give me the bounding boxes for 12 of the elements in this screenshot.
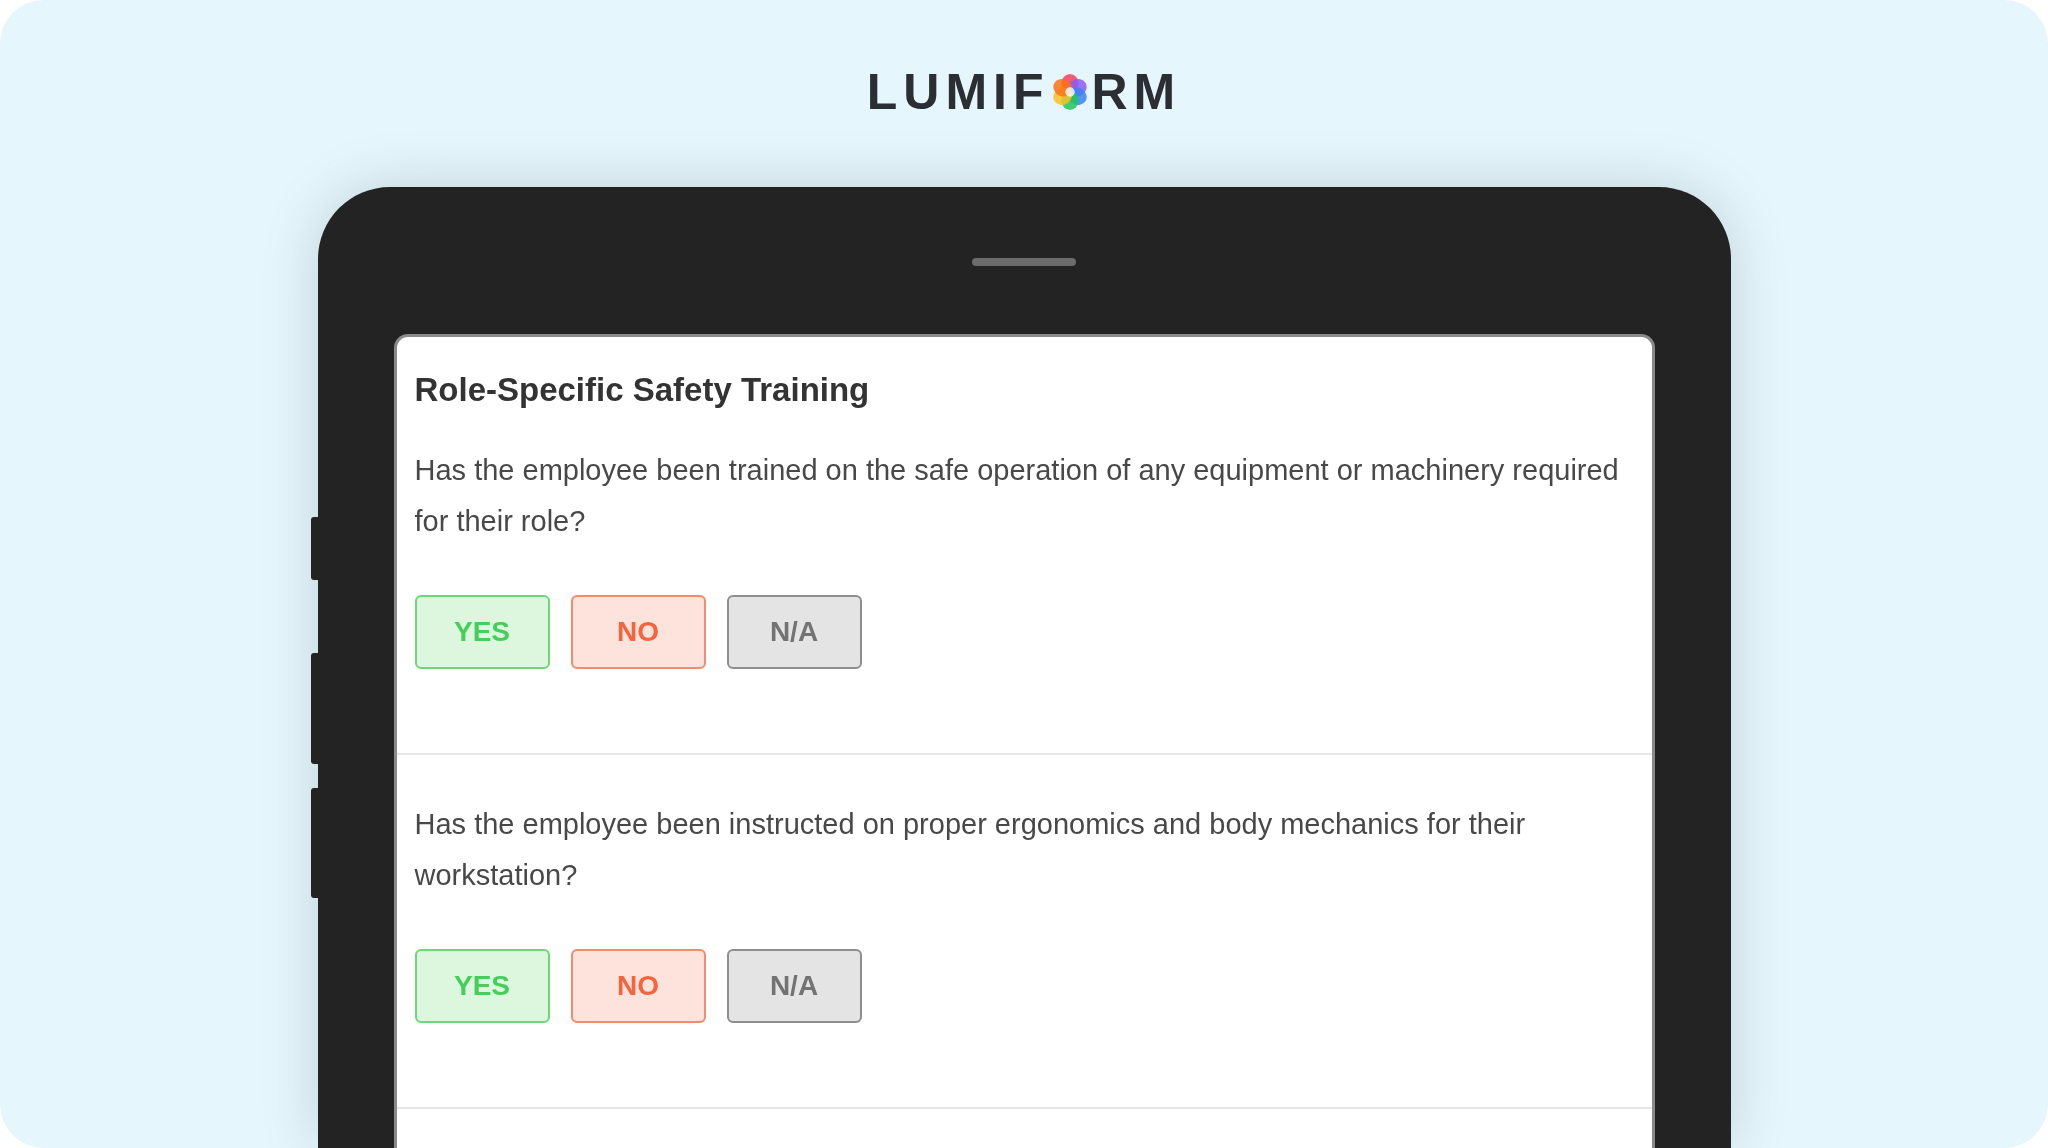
flower-logo-icon bbox=[1051, 72, 1090, 112]
answer-button[interactable]: YES bbox=[414, 948, 550, 1023]
question-text: Has the employee been instructed on proper ergonomics and body mechanics for their workstation? bbox=[414, 806, 1527, 893]
answer-button[interactable]: NO bbox=[570, 948, 706, 1023]
question-text: Has the employee been trained on the safe operation of any equipment or machinery required for their role? bbox=[414, 452, 1620, 539]
logo-text: LUMIF bbox=[866, 62, 1050, 122]
answer-button[interactable]: N/A bbox=[726, 594, 862, 669]
answer-button[interactable]: NO bbox=[570, 594, 706, 669]
answer-button[interactable]: N/A bbox=[726, 948, 862, 1023]
answer-button[interactable]: YES bbox=[414, 594, 550, 669]
logo-text: RM bbox=[1091, 62, 1182, 122]
form-title: Role-Specific Safety Training bbox=[414, 370, 871, 410]
